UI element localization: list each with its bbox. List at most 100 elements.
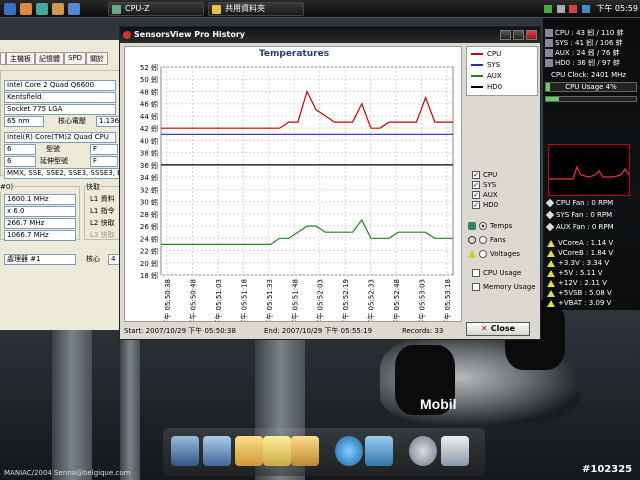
cores-label: 核心 <box>86 255 100 263</box>
model-label: 型號 <box>46 145 60 153</box>
voltage-icon <box>547 259 555 267</box>
gadget-value: 36 蚓 / 97 蚌 <box>576 59 621 67</box>
folder-icon <box>212 5 221 14</box>
gadget-label: VCoreA : <box>558 239 589 247</box>
quicklaunch-icon[interactable] <box>68 3 80 15</box>
tray-icon[interactable] <box>581 4 590 13</box>
voltage-icon <box>547 279 555 287</box>
checkbox-label: CPU <box>483 171 498 179</box>
x-tick-label: 下午 05:53:03 <box>418 279 427 321</box>
legend-item-aux: AUX <box>471 71 502 81</box>
gadget-mini-graph-svg <box>549 165 630 180</box>
aux-icon <box>545 49 553 57</box>
checkbox-hd0[interactable]: ✓ HD0 <box>472 200 498 210</box>
minimize-button[interactable] <box>500 30 511 40</box>
y-tick-label: 32 蚓 <box>140 185 158 194</box>
cpuz-app-icon <box>112 5 121 14</box>
status-start: Start: 2007/10/29 下午 05:50:38 <box>124 327 236 335</box>
my-computer-icon[interactable] <box>171 436 199 466</box>
tab-spd[interactable]: SPD <box>64 52 87 65</box>
x-tick-label: 下午 05:51:18 <box>239 279 248 321</box>
checkbox-cpu[interactable]: ✓ CPU <box>472 170 497 180</box>
tab-memory[interactable]: 記憶體 <box>35 52 64 65</box>
tab-mainboard[interactable]: 主機板 <box>6 52 35 65</box>
quicklaunch-icon[interactable] <box>52 3 64 15</box>
gadget-cpu-clock: CPU Clock: 2401 MHz <box>551 71 627 79</box>
gadget-value: 1.14 V <box>590 239 614 247</box>
gadget-volt-5vsb: +5VSB : 5.08 V <box>547 288 612 298</box>
media-player-icon[interactable] <box>365 436 393 466</box>
radio-label: Temps <box>490 222 513 230</box>
radio-fans[interactable]: Fans <box>468 234 506 246</box>
gadget-label: +3.3V : <box>558 259 585 267</box>
checkbox-label: HD0 <box>483 201 499 209</box>
tray-icon[interactable] <box>544 4 553 13</box>
settings-gear-icon[interactable] <box>409 436 437 466</box>
cpu-codename-field: Kentsfield <box>4 92 116 103</box>
checkbox-label: SYS <box>483 181 497 189</box>
network-icon[interactable] <box>203 436 231 466</box>
fan-icon <box>545 222 555 232</box>
gadget-value: 41 蚓 / 106 蚌 <box>574 39 623 47</box>
x-tick-label: 下午 05:50:38 <box>163 279 172 321</box>
taskbar-task-folder[interactable]: 共用資料夾 <box>208 2 304 16</box>
gadget-label: +12V : <box>558 279 583 287</box>
gadget-value: 1.84 V <box>590 249 614 257</box>
checkbox-cpu-usage[interactable]: CPU Usage <box>472 268 521 278</box>
gadget-volt-12v: +12V : 2.11 V <box>547 278 607 288</box>
recycle-bin-icon[interactable] <box>441 436 469 466</box>
quicklaunch-icon[interactable] <box>36 3 48 15</box>
checkbox-sys[interactable]: ✓ SYS <box>472 180 496 190</box>
y-tick-label: 18 蚓 <box>140 271 158 280</box>
y-tick-label: 46 蚓 <box>140 100 158 109</box>
voltage-icon <box>547 299 555 307</box>
quicklaunch-icon[interactable] <box>20 3 32 15</box>
gadget-value: 43 蚓 / 110 蚌 <box>576 29 624 37</box>
voltage-icon <box>547 249 555 257</box>
cpu-model-field: F <box>90 144 118 155</box>
window-close-button[interactable] <box>526 30 537 40</box>
tray-clock[interactable]: 下午 05:59 <box>596 4 638 13</box>
fan-icon <box>545 210 555 220</box>
gadget-value: 0 RPM <box>591 199 614 207</box>
internet-icon[interactable] <box>335 436 363 466</box>
gadget-volt-3v3: +3.3V : 3.34 V <box>547 258 609 268</box>
checkbox-aux[interactable]: ✓ AUX <box>472 190 498 200</box>
tab-about[interactable]: 關於 <box>86 52 109 65</box>
gadget-volt-vcorea: VCoreA : 1.14 V <box>547 238 613 248</box>
x-tick-label: 下午 05:51:48 <box>290 279 299 321</box>
radio-label: Fans <box>490 236 506 244</box>
maximize-button[interactable] <box>513 30 524 40</box>
music-folder-icon[interactable] <box>291 436 319 466</box>
tray-icon[interactable] <box>569 4 578 13</box>
voltage-icon <box>547 269 555 277</box>
checkbox-memory-usage[interactable]: Memory Usage <box>472 282 536 292</box>
y-tick-label: 30 蚓 <box>140 198 158 207</box>
post-id: #102325 <box>582 464 633 475</box>
tray-icon[interactable] <box>556 4 565 13</box>
y-tick-label: 36 蚓 <box>140 161 158 170</box>
status-bar: Start: 2007/10/29 下午 05:50:38 End: 2007/… <box>124 325 538 337</box>
processor-select[interactable]: 處理器 #1 <box>4 254 76 265</box>
gadget-value: 24 蚓 / 76 蚌 <box>576 49 620 57</box>
gadget-label: +5V : <box>558 269 578 277</box>
y-tick-label: 22 蚓 <box>140 247 158 256</box>
cpu-spec-field: Intel(R) Core(TM)2 Quad CPU <box>4 132 116 143</box>
radio-label: Voltages <box>490 250 520 258</box>
sensorsview-titlebar[interactable]: SensorsView Pro History <box>120 27 540 43</box>
radio-voltages[interactable]: Voltages <box>468 248 520 260</box>
legend-label: CPU <box>487 50 502 58</box>
l2-label: L2 快取 <box>90 219 115 227</box>
legend-label: AUX <box>487 72 502 80</box>
taskbar-task-cpuz[interactable]: CPU-Z <box>108 2 204 16</box>
cpu-ext-family-field: 6 <box>4 156 36 167</box>
documents-folder-icon[interactable] <box>263 436 291 466</box>
gadget-value: 5.11 V <box>579 269 603 277</box>
gadget-temp-aux: AUX : 24 蚓 / 76 蚌 <box>545 48 620 58</box>
radio-temps[interactable]: Temps <box>468 220 512 232</box>
fan-icon <box>468 236 476 244</box>
start-icon[interactable] <box>4 3 16 15</box>
folder-icon[interactable] <box>235 436 263 466</box>
series-checkboxes: ✓ CPU ✓ SYS ✓ AUX ✓ HD0 <box>466 170 538 214</box>
gadget-value: 3.09 V <box>588 299 612 307</box>
